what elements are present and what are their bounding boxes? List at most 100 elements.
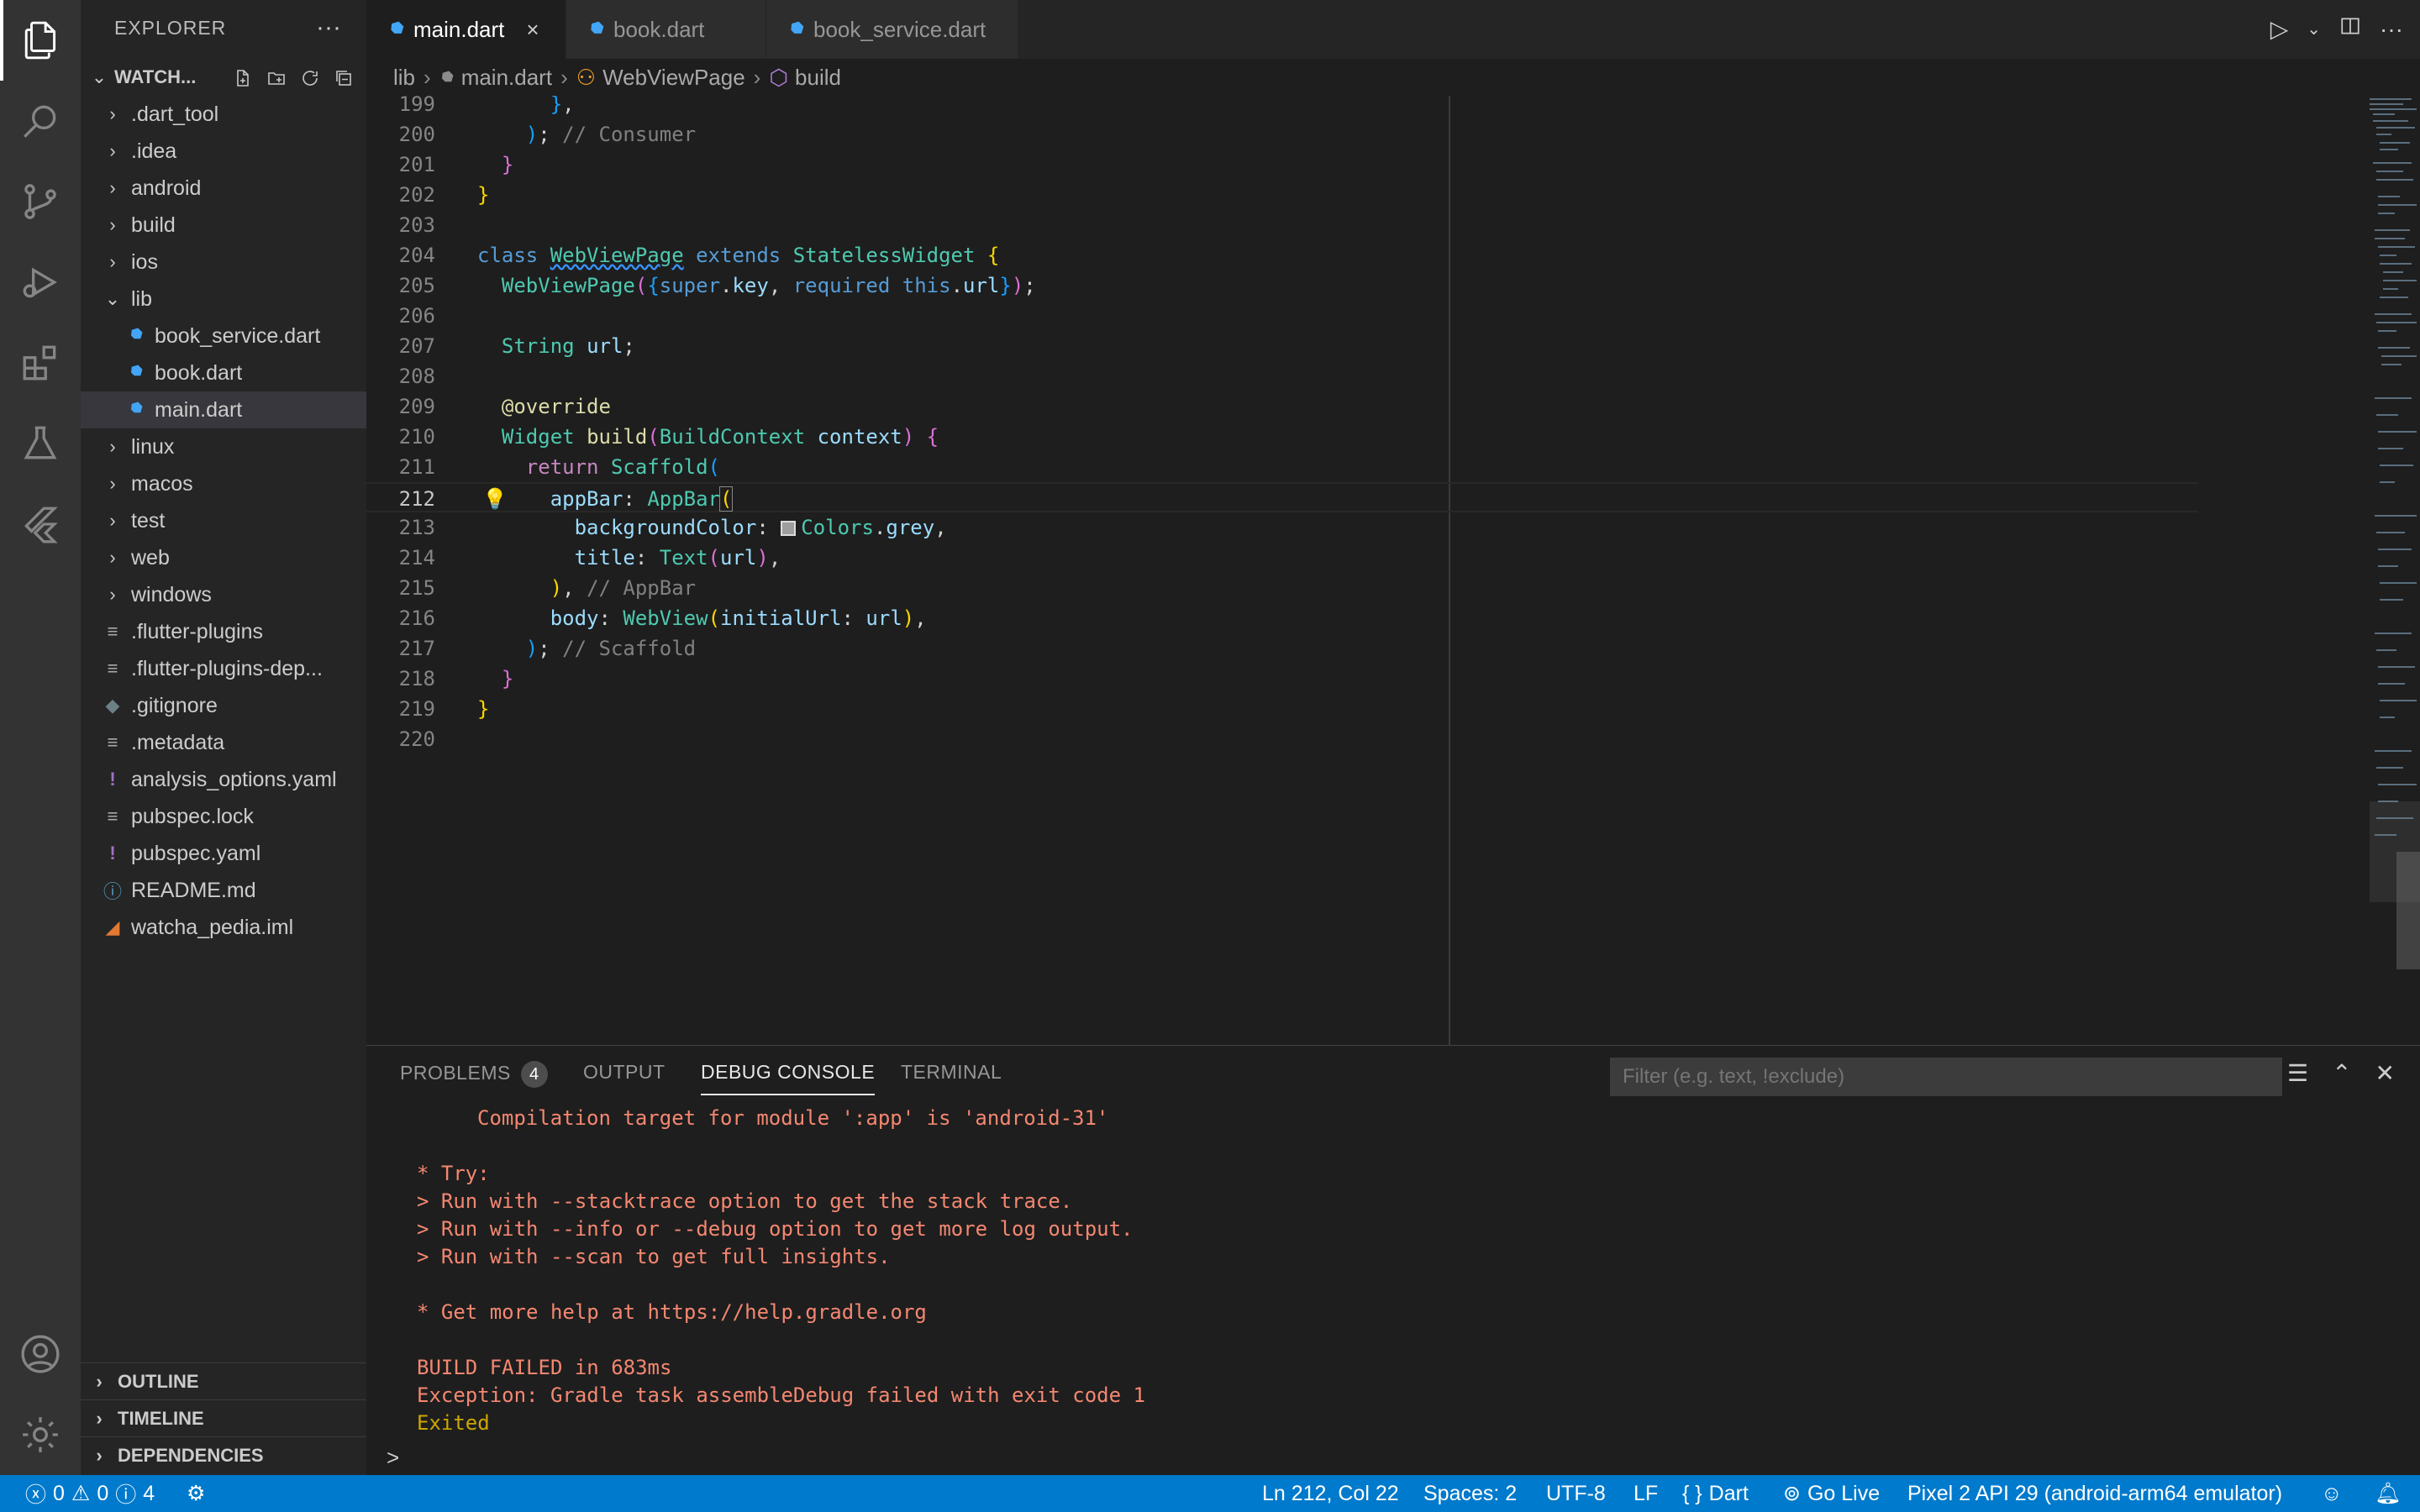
tree-item[interactable]: book_service.dart: [81, 318, 366, 354]
breadcrumb: lib › main.dart › ⚇ WebViewPage › ⬡ buil…: [366, 59, 2420, 96]
breadcrumb-lib[interactable]: lib: [393, 65, 415, 91]
problems-badge: 4: [520, 1061, 548, 1088]
feedback-icon[interactable]: ☺: [2321, 1475, 2343, 1512]
text-file-icon: ≡: [107, 806, 118, 827]
tab-main-dart[interactable]: main.dart ×: [366, 0, 566, 59]
tab-terminal[interactable]: TERMINAL: [901, 1061, 1002, 1084]
more-actions-icon[interactable]: ···: [2380, 16, 2403, 43]
tree-item[interactable]: › ios: [81, 244, 366, 281]
settings-gear-icon[interactable]: [0, 1394, 81, 1475]
tree-item[interactable]: ! pubspec.yaml: [81, 835, 366, 872]
tree-item[interactable]: ◆ .gitignore: [81, 687, 366, 724]
tree-item[interactable]: ⌄ lib: [81, 281, 366, 318]
run-dropdown-chevron-icon[interactable]: ⌄: [2307, 18, 2321, 39]
rss-file-icon: ◢: [105, 916, 120, 937]
tab-debug-console[interactable]: DEBUG CONSOLE: [701, 1061, 876, 1095]
chevron-right-icon: ›: [109, 251, 116, 272]
info-icon: ⓘ: [115, 1483, 137, 1507]
tree-item[interactable]: › linux: [81, 428, 366, 465]
tree-item[interactable]: ≡ .flutter-plugins-dep...: [81, 650, 366, 687]
method-icon: ⬡: [769, 64, 789, 90]
run-icon[interactable]: ▷: [2270, 15, 2289, 43]
tree-item[interactable]: ◢ watcha_pedia.iml: [81, 909, 366, 946]
more-actions-icon[interactable]: ···: [316, 13, 341, 42]
indentation[interactable]: Spaces: 2: [1423, 1475, 1517, 1512]
flutter-icon[interactable]: [0, 484, 81, 564]
tree-item[interactable]: › android: [81, 170, 366, 207]
tree-item[interactable]: › test: [81, 502, 366, 539]
tab-problems[interactable]: PROBLEMS 4: [400, 1061, 548, 1088]
chevron-right-icon: ›: [109, 510, 116, 531]
console-line: Compilation target for module ':app' is …: [477, 1106, 1109, 1130]
color-swatch[interactable]: [781, 521, 797, 536]
workspace-header[interactable]: ⌄ WATCH...: [81, 60, 366, 94]
explorer-title: EXPLORER: [114, 17, 227, 39]
go-live-button[interactable]: ⊚ Go Live: [1783, 1475, 1880, 1512]
broadcast-icon: ⊚: [1783, 1482, 1801, 1505]
dart-file-icon: [439, 65, 455, 91]
tree-item[interactable]: › windows: [81, 576, 366, 613]
run-debug-icon[interactable]: [0, 242, 81, 323]
editor-scrollbar[interactable]: [2396, 852, 2420, 969]
tree-item[interactable]: ! analysis_options.yaml: [81, 761, 366, 798]
maximize-panel-chevron-up-icon[interactable]: ⌃: [2332, 1059, 2351, 1087]
tree-item[interactable]: › macos: [81, 465, 366, 502]
tree-item[interactable]: ≡ pubspec.lock: [81, 798, 366, 835]
tab-book-dart[interactable]: book.dart: [566, 0, 766, 59]
console-filter-input[interactable]: [1610, 1058, 2282, 1096]
cursor-position[interactable]: Ln 212, Col 22: [1262, 1475, 1399, 1512]
debug-status-icon[interactable]: ⚙: [187, 1475, 205, 1512]
tree-item[interactable]: › web: [81, 539, 366, 576]
current-line: 212 💡 appBar: AppBar(: [366, 482, 2198, 512]
breadcrumb-build[interactable]: build: [795, 65, 841, 91]
console-prompt[interactable]: >: [387, 1445, 399, 1471]
console-line: > Run with --scan to get full insights.: [417, 1245, 891, 1268]
tab-book-service-dart[interactable]: book_service.dart: [766, 0, 1018, 59]
info-file-icon: ⓘ: [103, 881, 122, 902]
timeline-section[interactable]: › TIMELINE: [81, 1399, 366, 1436]
line-ending[interactable]: LF: [1634, 1475, 1658, 1512]
source-control-icon[interactable]: [0, 161, 81, 242]
console-line: BUILD FAILED in 683ms: [417, 1356, 672, 1379]
testing-icon[interactable]: [0, 403, 81, 484]
breadcrumb-main-dart[interactable]: main.dart: [461, 65, 552, 91]
tab-output[interactable]: OUTPUT: [583, 1061, 666, 1084]
breadcrumb-webviewpage[interactable]: WebViewPage: [602, 65, 745, 91]
dart-file-icon: [588, 17, 605, 43]
tree-item[interactable]: main.dart: [81, 391, 366, 428]
text-file-icon: ≡: [107, 732, 118, 753]
code-editor[interactable]: 199 }, 200 ); // Consumer 201 } 202} 203…: [366, 96, 2420, 1045]
collapse-all-icon[interactable]: [331, 66, 356, 91]
console-line: * Get more help at https://help.gradle.o…: [417, 1300, 927, 1324]
explorer-icon[interactable]: [0, 0, 81, 81]
new-folder-icon[interactable]: [264, 66, 289, 91]
dart-file-icon: [124, 325, 148, 347]
extensions-icon[interactable]: [0, 323, 81, 403]
dependencies-section[interactable]: › DEPENDENCIES: [81, 1436, 366, 1473]
encoding[interactable]: UTF-8: [1546, 1475, 1606, 1512]
language-mode[interactable]: { } Dart: [1682, 1475, 1749, 1512]
close-panel-icon[interactable]: ✕: [2375, 1059, 2395, 1087]
chevron-right-icon: ›: [109, 547, 116, 568]
outline-section[interactable]: › OUTLINE: [81, 1362, 366, 1399]
split-editor-icon[interactable]: [2339, 15, 2361, 43]
tree-item[interactable]: book.dart: [81, 354, 366, 391]
console-line: Exited: [417, 1411, 490, 1435]
clear-console-icon[interactable]: ☰: [2287, 1059, 2308, 1087]
tree-item[interactable]: › build: [81, 207, 366, 244]
tree-item[interactable]: › .dart_tool: [81, 96, 366, 133]
minimap[interactable]: [2218, 96, 2420, 1045]
close-tab-icon[interactable]: ×: [526, 17, 539, 43]
search-icon[interactable]: [0, 81, 81, 161]
account-icon[interactable]: [0, 1314, 81, 1394]
notifications-bell-icon[interactable]: 🔔︎: [2375, 1475, 2402, 1512]
tree-item[interactable]: ≡ .flutter-plugins: [81, 613, 366, 650]
problems-status[interactable]: ⓧ 0 ⚠ 0 ⓘ 4: [25, 1475, 155, 1512]
new-file-icon[interactable]: [230, 66, 255, 91]
chevron-right-icon: ›: [109, 214, 116, 235]
device-selector[interactable]: Pixel 2 API 29 (android-arm64 emulator): [1907, 1475, 2282, 1512]
tree-item[interactable]: ⓘ README.md: [81, 872, 366, 909]
refresh-icon[interactable]: [297, 66, 323, 91]
tree-item[interactable]: ≡ .metadata: [81, 724, 366, 761]
tree-item[interactable]: › .idea: [81, 133, 366, 170]
